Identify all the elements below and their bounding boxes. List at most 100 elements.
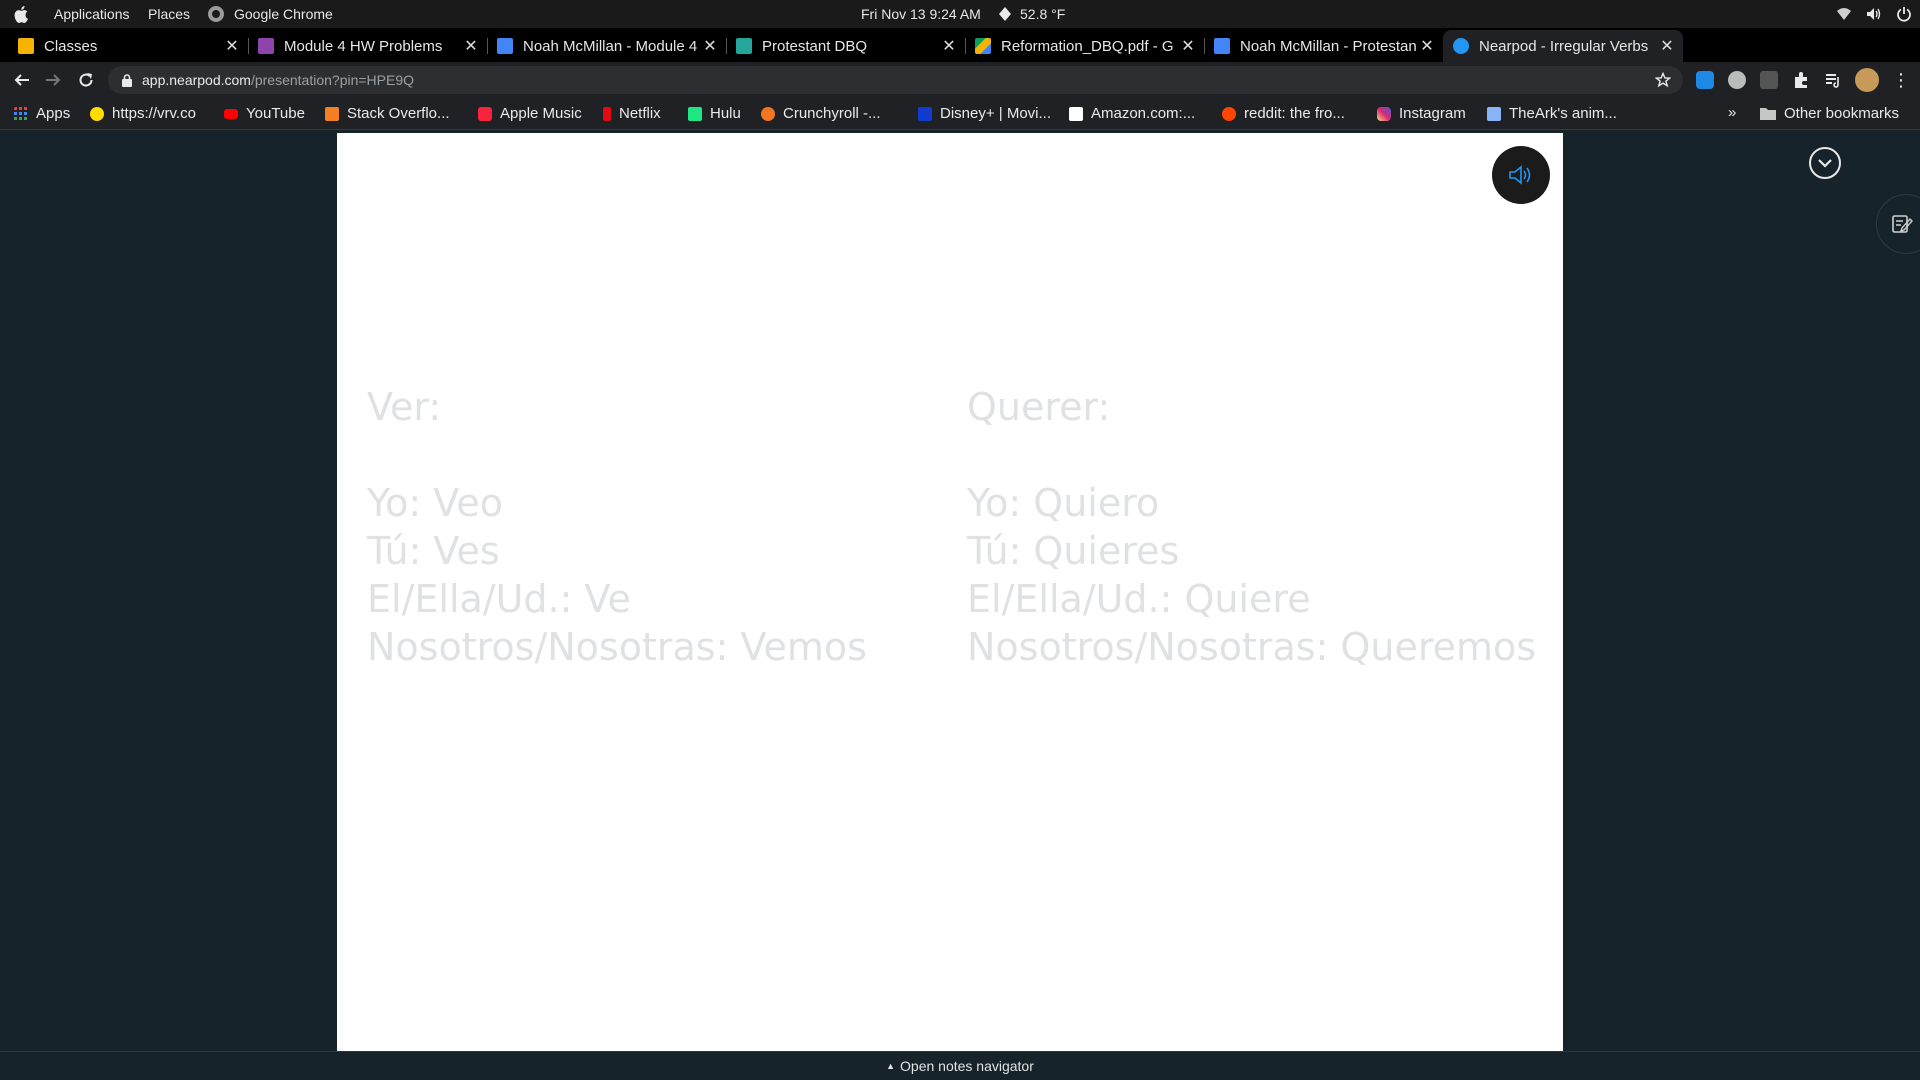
- back-button[interactable]: [10, 68, 34, 92]
- other-bookmarks-folder[interactable]: Other bookmarks: [1760, 105, 1899, 122]
- docs-favicon-icon: [497, 38, 513, 54]
- folder-icon: [1760, 108, 1776, 120]
- bookmark-stackoverflow[interactable]: Stack Overflo...: [325, 105, 450, 122]
- bookmark-label: Amazon.com:...: [1091, 105, 1196, 122]
- bookmark-label: Apple Music: [500, 105, 582, 122]
- reddit-icon: [1222, 106, 1236, 121]
- apps-grid-icon: [14, 106, 27, 120]
- bookmark-apple-music[interactable]: Apple Music: [478, 105, 582, 122]
- caret-up-icon: ▲: [886, 1061, 896, 1071]
- mask-extension-icon[interactable]: [1728, 71, 1746, 89]
- bookmark-amazon[interactable]: Amazon.com:...: [1069, 105, 1195, 122]
- tab-title: Nearpod - Irregular Verbs: [1479, 37, 1649, 55]
- volume-icon[interactable]: [1866, 7, 1882, 21]
- bookmark-youtube[interactable]: YouTube: [224, 105, 305, 122]
- tab-noah-protestant[interactable]: Noah McMillan - Protestant ✕: [1204, 30, 1443, 62]
- back-arrow-icon: [14, 74, 29, 86]
- bookmark-disney-plus[interactable]: Disney+ | Movi...: [918, 105, 1051, 122]
- apple-music-icon: [478, 106, 492, 121]
- bookmark-netflix[interactable]: Netflix: [603, 105, 661, 122]
- open-notes-navigator-bar[interactable]: ▲ Open notes navigator: [0, 1051, 1920, 1080]
- conjugation-line: El/Ella/Ud.: Ve: [367, 577, 631, 621]
- bookmark-star-icon[interactable]: [1655, 72, 1671, 88]
- address-bar[interactable]: app.nearpod.com/presentation?pin=HPE9Q: [108, 66, 1683, 94]
- bookmark-instagram[interactable]: Instagram: [1377, 105, 1466, 122]
- tab-title: Protestant DBQ: [762, 37, 868, 55]
- close-tab-icon[interactable]: ✕: [700, 36, 720, 56]
- forms-favicon-icon: [258, 38, 274, 54]
- more-bookmarks-chevron[interactable]: »: [1728, 104, 1736, 121]
- tab-module-4-hw[interactable]: Module 4 HW Problems ✕: [248, 30, 488, 62]
- apple-menu-icon[interactable]: [14, 5, 30, 23]
- assignment-favicon-icon: [736, 38, 752, 54]
- bookmark-hulu[interactable]: Hulu: [688, 105, 741, 122]
- tab-title: Classes: [44, 37, 98, 55]
- bookmark-crunchyroll[interactable]: Crunchyroll -...: [761, 105, 881, 122]
- conjugation-line: Nosotros/Nosotras: Queremos: [967, 625, 1537, 669]
- conjugation-line: Yo: Quiero: [967, 481, 1160, 525]
- bookmark-vrv[interactable]: https://vrv.co: [90, 105, 196, 122]
- clock[interactable]: Fri Nov 13 9:24 AM: [861, 6, 981, 22]
- media-control-icon[interactable]: [1824, 71, 1842, 89]
- netflix-icon: [603, 106, 611, 121]
- close-tab-icon[interactable]: ✕: [222, 36, 242, 56]
- feather-extension-icon[interactable]: [1760, 71, 1778, 89]
- bookmark-label: Crunchyroll -...: [783, 105, 881, 122]
- lock-icon[interactable]: [122, 73, 132, 87]
- docs-favicon-icon: [1214, 38, 1230, 54]
- cloud-extension-icon[interactable]: [1696, 71, 1714, 89]
- close-tab-icon[interactable]: ✕: [1657, 36, 1677, 56]
- bookmark-label: reddit: the fro...: [1244, 105, 1345, 122]
- bookmark-apps[interactable]: Apps: [14, 105, 70, 122]
- chrome-app-icon: [208, 6, 224, 22]
- wifi-icon[interactable]: [1836, 7, 1852, 21]
- tab-strip: Classes ✕ Module 4 HW Problems ✕ Noah Mc…: [0, 28, 1920, 83]
- tab-protestant-dbq[interactable]: Protestant DBQ ✕: [726, 30, 966, 62]
- audio-play-button[interactable]: [1492, 146, 1550, 204]
- extensions-puzzle-icon[interactable]: [1792, 71, 1810, 89]
- close-tab-icon[interactable]: ✕: [1417, 36, 1437, 56]
- close-tab-icon[interactable]: ✕: [939, 36, 959, 56]
- chrome-menu-icon[interactable]: ⋮: [1892, 71, 1910, 89]
- bookmarks-bar: Apps https://vrv.co YouTube Stack Overfl…: [0, 98, 1920, 130]
- hulu-icon: [688, 106, 702, 121]
- places-menu[interactable]: Places: [148, 6, 190, 22]
- tab-noah-module-4[interactable]: Noah McMillan - Module 4 ✕: [487, 30, 727, 62]
- crunchyroll-icon: [761, 106, 775, 121]
- verb-header-querer: Querer:: [967, 385, 1111, 429]
- applications-menu[interactable]: Applications: [54, 6, 130, 22]
- tab-classes[interactable]: Classes ✕: [8, 30, 249, 62]
- weather-readout[interactable]: 52.8 °F: [1020, 6, 1065, 22]
- querer-conjugation-column: Querer: Yo: Quiero Tú: Quieres El/Ella/U…: [967, 383, 1536, 671]
- speaker-audio-icon: [1509, 165, 1531, 185]
- reload-button[interactable]: [74, 68, 98, 92]
- close-tab-icon[interactable]: ✕: [1178, 36, 1198, 56]
- edit-notes-icon: [1892, 215, 1913, 233]
- url-host: app.nearpod.com: [142, 72, 251, 88]
- conjugation-line: Tú: Quieres: [967, 529, 1180, 573]
- verb-header-ver: Ver:: [367, 385, 442, 429]
- bookmark-label: Apps: [36, 105, 71, 122]
- collapse-toolbar-button[interactable]: [1809, 147, 1841, 179]
- conjugation-line: Yo: Veo: [367, 481, 503, 525]
- forward-button[interactable]: [41, 68, 65, 92]
- bookmark-theark[interactable]: TheArk's anim...: [1487, 105, 1617, 122]
- conjugation-line: Tú: Ves: [367, 529, 500, 573]
- notes-side-button[interactable]: [1876, 194, 1920, 254]
- classroom-favicon-icon: [18, 38, 34, 54]
- tab-title: Noah McMillan - Protestant: [1240, 37, 1417, 55]
- youtube-icon: [224, 108, 238, 119]
- instagram-icon: [1377, 106, 1391, 121]
- url-path: /presentation?pin=HPE9Q: [250, 72, 415, 88]
- bookmark-label: Stack Overflo...: [347, 105, 450, 122]
- bookmark-label: Disney+ | Movi...: [940, 105, 1052, 122]
- close-tab-icon[interactable]: ✕: [461, 36, 481, 56]
- tab-reformation-pdf[interactable]: Reformation_DBQ.pdf - G ✕: [965, 30, 1205, 62]
- bookmark-reddit[interactable]: reddit: the fro...: [1222, 105, 1345, 122]
- profile-avatar[interactable]: [1855, 68, 1879, 92]
- power-icon[interactable]: [1896, 6, 1912, 22]
- tab-nearpod[interactable]: Nearpod - Irregular Verbs ✕: [1443, 30, 1683, 62]
- active-app-name[interactable]: Google Chrome: [234, 6, 333, 22]
- browser-toolbar: app.nearpod.com/presentation?pin=HPE9Q ⋮: [0, 62, 1920, 98]
- bookmark-label: Instagram: [1399, 105, 1466, 122]
